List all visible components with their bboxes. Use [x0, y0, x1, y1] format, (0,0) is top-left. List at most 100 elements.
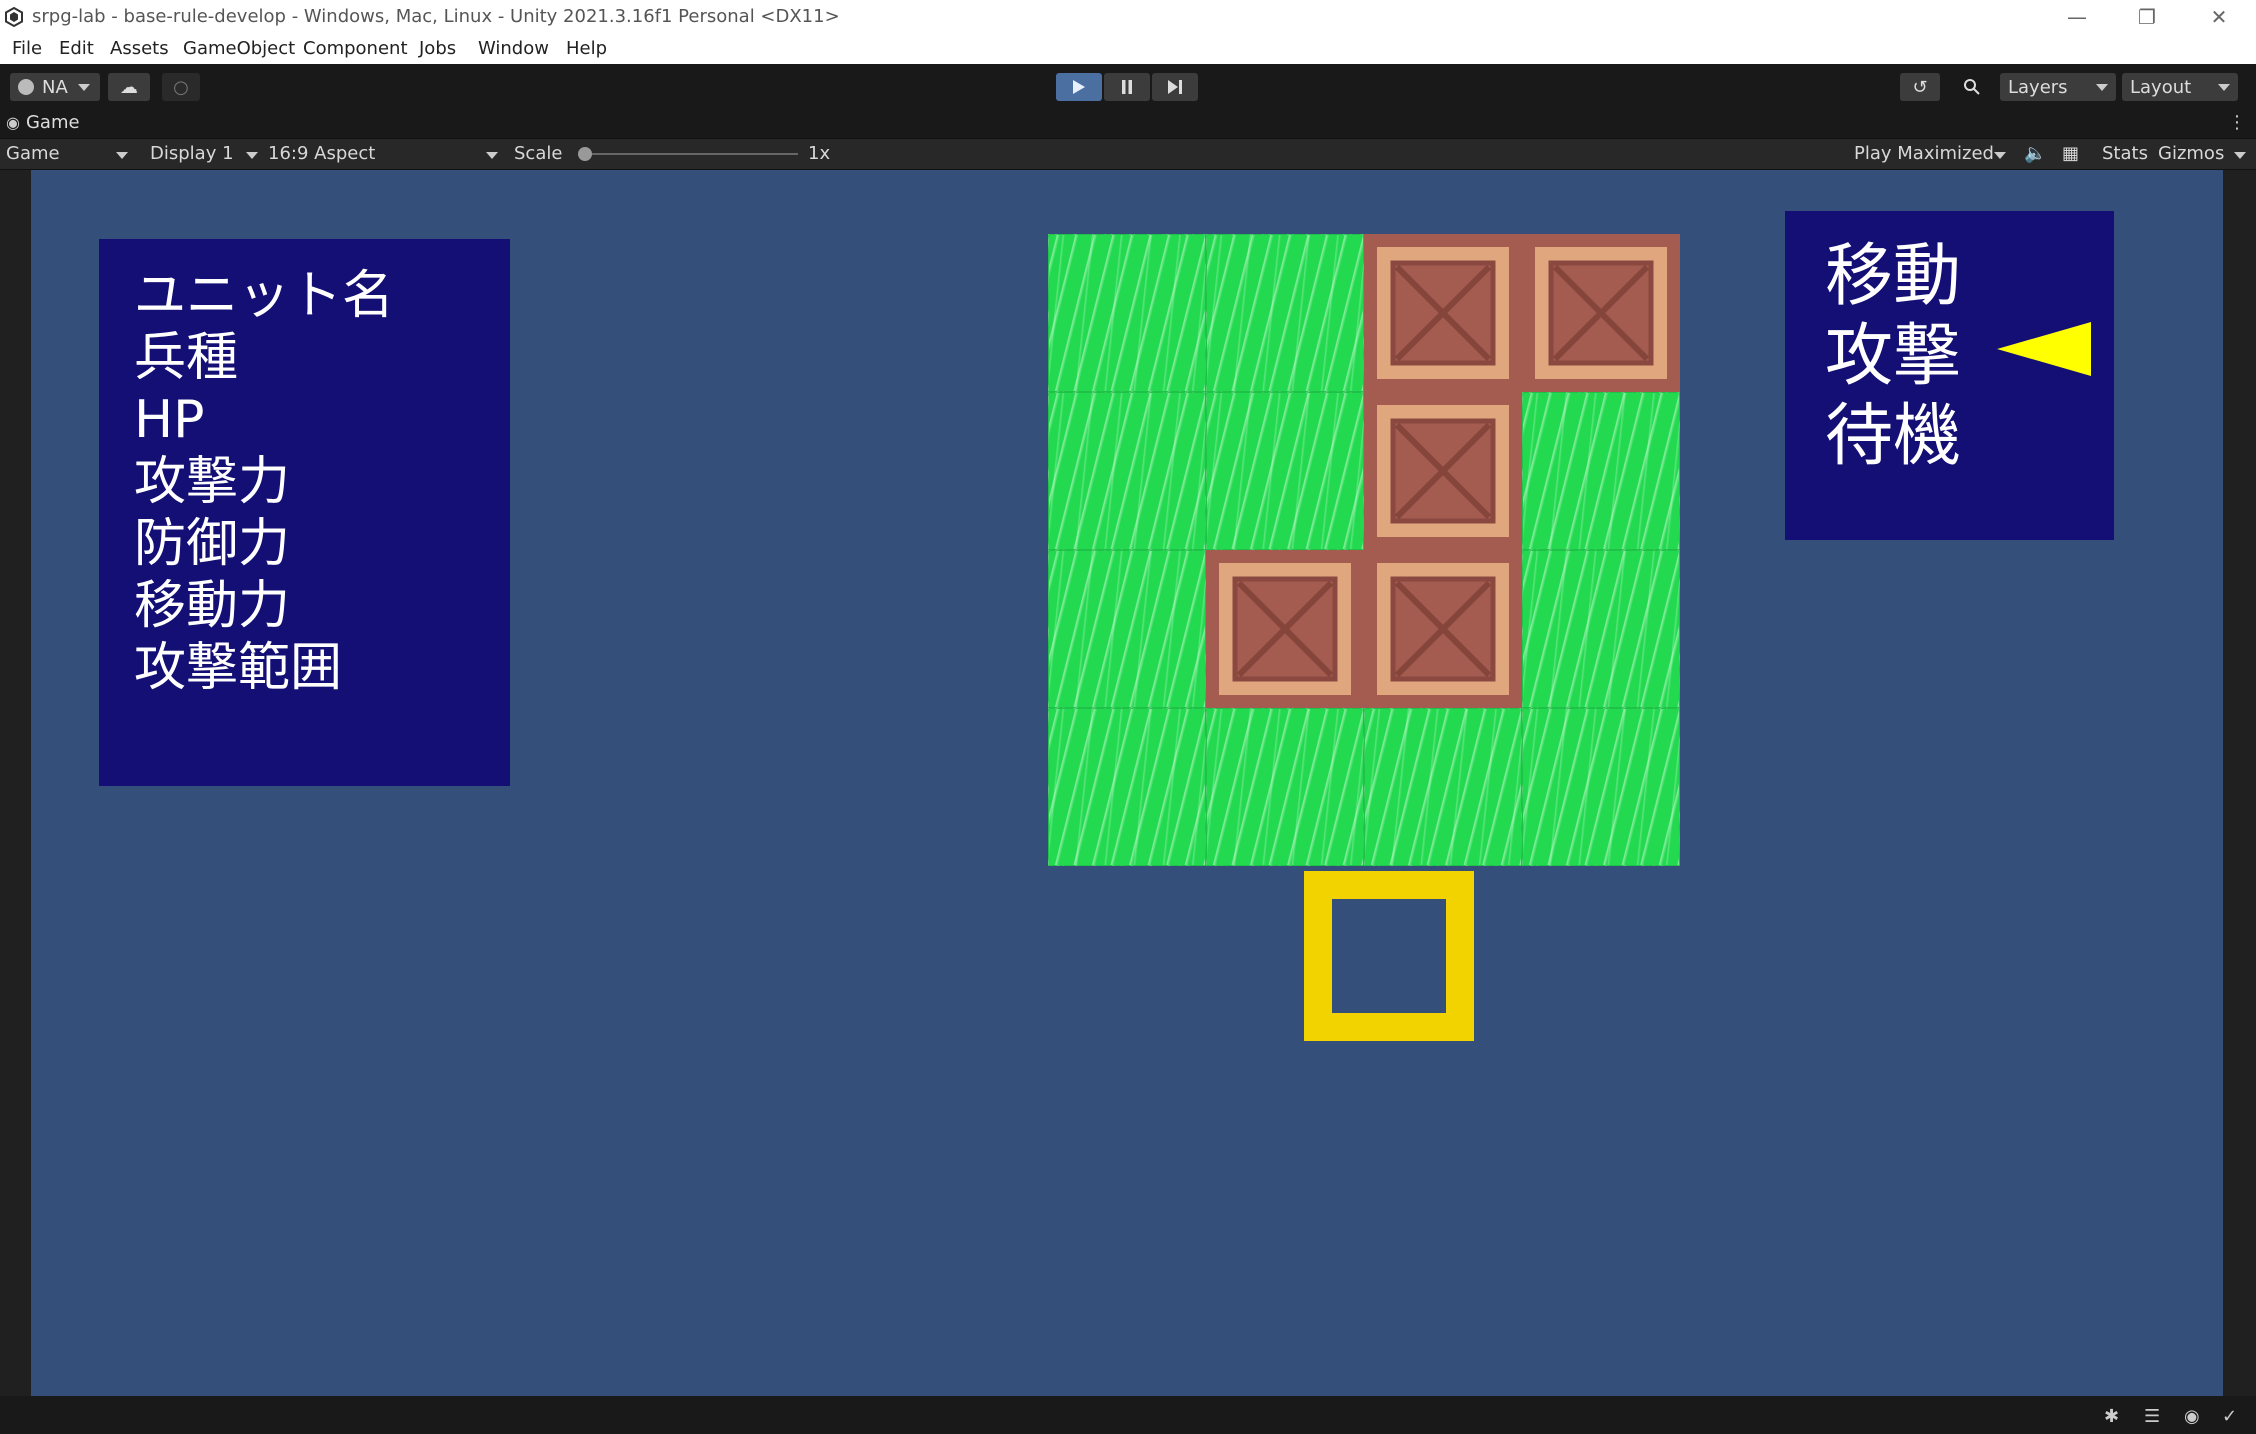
play-mode-dropdown[interactable]: Play Maximized [1854, 143, 2006, 164]
chevron-down-icon [486, 152, 498, 159]
visibility-icon[interactable]: ◉ [2184, 1406, 2206, 1428]
viewport-left-border [0, 170, 31, 1396]
command-attack[interactable]: 攻撃 [1825, 317, 1961, 397]
layers-dropdown[interactable]: Layers [2000, 73, 2116, 101]
unit-info-hp: HP [134, 390, 205, 450]
unit-info-panel: ユニット名 兵種 HP 攻撃力 防御力 移動力 攻撃範囲 [99, 239, 510, 786]
game-viewport[interactable]: ユニット名 兵種 HP 攻撃力 防御力 移動力 攻撃範囲 移動 攻撃 待機 [31, 170, 2223, 1396]
grass-tile[interactable] [1206, 392, 1364, 550]
status-bar: ✱ ☰ ◉ ✓ [0, 1396, 2256, 1434]
restore-icon[interactable]: ❐ [2112, 0, 2182, 34]
menu-jobs[interactable]: Jobs [419, 38, 456, 59]
check-icon[interactable]: ✓ [2222, 1406, 2244, 1428]
step-icon [1168, 80, 1182, 94]
keyboard-icon[interactable]: ▦ [2062, 143, 2079, 164]
menu-help[interactable]: Help [566, 38, 607, 59]
display-dropdown[interactable]: Display 1 [150, 143, 258, 164]
grass-tile[interactable] [1048, 392, 1206, 550]
account-dropdown[interactable]: NA [10, 73, 100, 101]
pause-button[interactable] [1104, 73, 1150, 101]
tab-game[interactable]: ◉ Game [6, 112, 80, 133]
grass-tile[interactable] [1364, 708, 1522, 866]
cloud-button[interactable]: ☁ [108, 73, 150, 101]
unit-info-class: 兵種 [134, 328, 239, 388]
scale-value: 1x [808, 143, 831, 164]
game-board[interactable] [1048, 234, 1680, 866]
crate-tile[interactable] [1522, 234, 1680, 392]
grass-tile[interactable] [1048, 550, 1206, 708]
command-wait[interactable]: 待機 [1825, 397, 1961, 477]
menu-gameobject[interactable]: GameObject [183, 38, 295, 59]
grass-tile[interactable] [1048, 234, 1206, 392]
viewport-right-border [2223, 170, 2256, 1396]
grass-tile[interactable] [1522, 550, 1680, 708]
layers-status-icon[interactable]: ☰ [2144, 1406, 2166, 1428]
bug-icon[interactable]: ✱ [2104, 1406, 2126, 1428]
crate-tile[interactable] [1364, 550, 1522, 708]
display-label: Display 1 [150, 143, 234, 164]
kebab-menu-icon[interactable]: ⋮ [2228, 112, 2246, 133]
grass-tile[interactable] [1522, 392, 1680, 550]
grass-tile[interactable] [1522, 708, 1680, 866]
unit-info-range: 攻撃範囲 [134, 638, 343, 698]
search-button[interactable] [1952, 73, 1992, 101]
scale-label: Scale [514, 143, 563, 164]
crate-icon [1535, 247, 1667, 379]
crate-tile[interactable] [1364, 234, 1522, 392]
menu-cursor-icon [1997, 322, 2091, 376]
play-icon [1073, 80, 1085, 94]
scale-slider-handle[interactable] [578, 147, 592, 161]
step-button[interactable] [1152, 73, 1198, 101]
chevron-down-icon [1994, 152, 2006, 159]
gamepad-icon: ◉ [6, 113, 20, 132]
account-label: NA [42, 76, 68, 98]
play-button[interactable] [1056, 73, 1102, 101]
command-move[interactable]: 移動 [1825, 237, 1961, 317]
unity-logo-icon [5, 7, 23, 27]
aspect-dropdown[interactable]: 16:9 Aspect [268, 143, 498, 164]
unit-info-defense: 防御力 [134, 514, 291, 574]
layout-dropdown[interactable]: Layout [2122, 73, 2238, 101]
grass-tile[interactable] [1206, 708, 1364, 866]
chevron-down-icon [116, 152, 128, 159]
menu-file[interactable]: File [12, 38, 42, 59]
history-icon: ↺ [1912, 76, 1928, 98]
menu-component[interactable]: Component [303, 38, 408, 59]
layers-label: Layers [2008, 76, 2068, 98]
command-menu-panel: 移動 攻撃 待機 [1785, 211, 2114, 540]
menu-assets[interactable]: Assets [110, 38, 169, 59]
pause-icon [1122, 80, 1132, 94]
audio-icon[interactable]: 🔈 [2024, 143, 2046, 164]
minimize-icon[interactable]: — [2042, 0, 2112, 34]
stats-button[interactable]: Stats [2102, 143, 2148, 164]
cloud-icon: ☁ [120, 76, 138, 98]
history-button[interactable]: ↺ [1900, 73, 1940, 101]
scale-slider[interactable] [578, 147, 798, 161]
menu-window[interactable]: Window [478, 38, 549, 59]
unit-info-attack: 攻撃力 [134, 452, 291, 512]
crate-tile[interactable] [1364, 392, 1522, 550]
collab-icon: ○ [173, 76, 189, 98]
crate-tile[interactable] [1206, 550, 1364, 708]
aspect-label: 16:9 Aspect [268, 143, 376, 164]
chevron-down-icon[interactable] [2234, 152, 2246, 159]
crate-icon [1377, 247, 1509, 379]
chevron-down-icon [2096, 84, 2108, 91]
layout-label: Layout [2130, 76, 2192, 98]
window-titlebar: srpg-lab - base-rule-develop - Windows, … [0, 0, 2256, 34]
crate-icon [1377, 405, 1509, 537]
gizmos-button[interactable]: Gizmos [2158, 143, 2224, 164]
unit-info-name: ユニット名 [134, 266, 395, 326]
view-mode-dropdown[interactable]: Game [6, 143, 132, 164]
menu-edit[interactable]: Edit [59, 38, 94, 59]
close-icon[interactable]: ✕ [2184, 0, 2254, 34]
menu-bar: File Edit Assets GameObject Component Jo… [0, 34, 2256, 64]
game-view-toolbar: Game Display 1 16:9 Aspect Scale 1x Play… [0, 138, 2256, 170]
grass-tile[interactable] [1048, 708, 1206, 866]
search-icon [1964, 79, 1980, 95]
grass-tile[interactable] [1206, 234, 1364, 392]
play-mode-label: Play Maximized [1854, 143, 1994, 164]
view-mode-label: Game [6, 143, 60, 164]
collab-button[interactable]: ○ [162, 73, 200, 101]
main-toolbar: NA ☁ ○ ↺ Layers Layout [0, 64, 2256, 110]
